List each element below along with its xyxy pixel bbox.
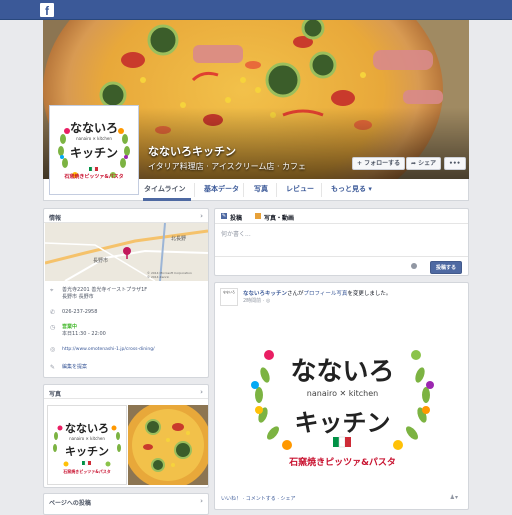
address-row: ⌖ 善光寺2201 善光寺イーストプラザ1F 長野市 長野市 bbox=[50, 287, 205, 303]
edit-row: ✎ 編集を提案 bbox=[50, 364, 205, 372]
suggest-edit-link[interactable]: 編集を提案 bbox=[62, 364, 87, 371]
post-logo-line2: キッチン bbox=[294, 409, 391, 437]
website-row: ◎ http://www.omotenashi-1.jp/cross-dinin… bbox=[50, 346, 205, 354]
profile-picture[interactable]: なないろ nanairo ✕ kitchen キッチン 石窯焼きピッツァ&パスタ bbox=[50, 106, 138, 194]
share-label: シェア bbox=[418, 160, 437, 167]
hours-text: 本日11:30 - 22:00 bbox=[62, 331, 106, 337]
info-card-header: 情報 › bbox=[44, 209, 208, 223]
logo-sub-right: kitchen bbox=[97, 136, 112, 141]
post-action: さんが bbox=[287, 291, 304, 297]
address-line2: 長野市 長野市 bbox=[62, 294, 94, 300]
top-bar: f bbox=[0, 0, 512, 20]
avatar-text: なないろ bbox=[222, 290, 235, 294]
active-tab-indicator bbox=[143, 198, 191, 201]
post-logo-sub-left: nanairo bbox=[306, 389, 337, 398]
tab-divider bbox=[194, 183, 195, 197]
tab-reviews[interactable]: レビュー bbox=[286, 184, 314, 194]
globe-icon: ◎ bbox=[50, 346, 56, 353]
facebook-logo-icon[interactable]: f bbox=[40, 3, 54, 18]
post-button[interactable]: 投稿する bbox=[429, 261, 462, 274]
photos-card-header: 写真 › bbox=[44, 385, 208, 399]
post-header: なないろキッチンさんがプロフィール写真を変更しました。 bbox=[243, 289, 391, 297]
post-audience-icon[interactable]: ♟▾ bbox=[450, 494, 458, 501]
chevron-right-icon[interactable]: › bbox=[200, 212, 203, 220]
clock-icon: ◷ bbox=[50, 324, 56, 331]
address-line1: 善光寺2201 善光寺イーストプラザ1F bbox=[62, 287, 148, 293]
tab-photos[interactable]: 写真 bbox=[254, 184, 268, 194]
phone-icon: ✆ bbox=[50, 309, 56, 316]
logo-sub: nanairo ✕ kitchen bbox=[76, 136, 112, 141]
composer-divider bbox=[215, 256, 468, 257]
phone-row: ✆ 026-237-2958 bbox=[50, 309, 205, 317]
follow-label: フォローする bbox=[364, 160, 401, 167]
page-title[interactable]: なないろキッチン bbox=[148, 143, 236, 159]
chevron-right-icon[interactable]: › bbox=[200, 388, 203, 396]
logo-tagline: 石窯焼きピッツァ&パスタ bbox=[64, 174, 124, 180]
post-suffix: を変更しました。 bbox=[347, 291, 392, 297]
tab-divider bbox=[276, 183, 277, 197]
post-logo-line1: なないろ bbox=[290, 357, 395, 387]
post-link[interactable]: プロフィール写真 bbox=[304, 291, 348, 297]
composer-divider bbox=[215, 223, 468, 224]
photos-card: 写真 › なないろ nanairo ✕ kitchen キッチン 石窯焼きピッツァ… bbox=[43, 384, 209, 488]
composer-input[interactable]: 何か書く... bbox=[221, 229, 251, 238]
location-map[interactable]: 長野市 北長野 © 2014 Microsoft Corporation © 2… bbox=[45, 223, 208, 281]
pizza-photo-image bbox=[128, 405, 208, 485]
map-copyright: © 2014 Microsoft Corporation © 2014 Zenr… bbox=[147, 271, 192, 279]
photo-thumb-pizza[interactable] bbox=[128, 405, 208, 485]
post-logo-sub: nanairo ✕ kitchen bbox=[306, 389, 379, 398]
post-image[interactable]: なないろ nanairo ✕ kitchen キッチン 石窯焼きピッツァ&パスタ bbox=[229, 315, 456, 491]
globe-icon: ◎ bbox=[265, 298, 271, 304]
map-label: 長野市 bbox=[93, 258, 109, 264]
info-card-title: 情報 bbox=[49, 215, 62, 222]
photo-thumb-logo[interactable]: なないろ nanairo ✕ kitchen キッチン 石窯焼きピッツァ&パスタ bbox=[47, 405, 127, 485]
globe-icon[interactable] bbox=[411, 263, 417, 269]
tab-about[interactable]: 基本データ bbox=[204, 184, 239, 194]
logo-sub-left: nanairo bbox=[76, 136, 92, 141]
tab-status[interactable]: 投稿 bbox=[230, 213, 242, 222]
page-posts-title: ページへの投稿 bbox=[49, 500, 91, 507]
logo-line1: なないろ bbox=[69, 121, 118, 135]
share-button[interactable]: ➦ シェア bbox=[406, 157, 442, 170]
pencil-icon: ✎ bbox=[50, 364, 56, 371]
logo-line2: キッチン bbox=[69, 146, 118, 160]
page-posts-card: ページへの投稿 › bbox=[43, 493, 209, 515]
map-pin-icon: ⌖ bbox=[50, 287, 54, 294]
phone-number: 026-237-2958 bbox=[62, 309, 98, 315]
photo-icon bbox=[255, 213, 261, 219]
post-logo-sub-right: kitchen bbox=[348, 389, 379, 398]
info-card: 情報 › 長野市 北長野 © 2014 Microsoft Corporation… bbox=[43, 208, 209, 378]
post-time[interactable]: 2時間前 · ◎ bbox=[243, 297, 270, 304]
more-label: ••• bbox=[449, 160, 461, 167]
open-status: 営業中 bbox=[62, 324, 78, 330]
avatar[interactable]: なないろ bbox=[220, 288, 238, 306]
composer: ✎ 投稿 写真・動画 何か書く... 投稿する bbox=[214, 208, 469, 276]
tab-more[interactable]: もっと見る ▾ bbox=[331, 184, 372, 194]
post-timestamp: 2時間前 · bbox=[243, 298, 266, 304]
map-label: 北長野 bbox=[171, 236, 187, 242]
tab-divider bbox=[321, 183, 322, 197]
more-options-button[interactable]: ••• bbox=[444, 157, 466, 170]
tab-photo-video[interactable]: 写真・動画 bbox=[264, 213, 294, 222]
follow-button[interactable]: + フォローする bbox=[352, 157, 406, 170]
chevron-right-icon[interactable]: › bbox=[200, 497, 203, 505]
hours-row: ◷ 営業中 本日11:30 - 22:00 bbox=[50, 324, 205, 340]
post-actions[interactable]: いいね！ · コメントする · シェア bbox=[221, 495, 296, 502]
photos-card-title: 写真 bbox=[49, 391, 62, 398]
website-link[interactable]: http://www.omotenashi-1.jp/cross-dining/ bbox=[62, 346, 155, 353]
thumb-wreath bbox=[53, 425, 121, 467]
tab-timeline[interactable]: タイムライン bbox=[144, 184, 186, 194]
page-category: イタリア料理店 · アイスクリーム店 · カフェ bbox=[148, 162, 307, 171]
tab-divider bbox=[243, 183, 244, 197]
feed-post: なないろ なないろキッチンさんがプロフィール写真を変更しました。 2時間前 · … bbox=[214, 282, 469, 510]
post-logo-tagline: 石窯焼きピッツァ&パスタ bbox=[289, 458, 396, 468]
pencil-icon: ✎ bbox=[221, 213, 227, 219]
page-posts-header: ページへの投稿 › bbox=[44, 494, 208, 508]
